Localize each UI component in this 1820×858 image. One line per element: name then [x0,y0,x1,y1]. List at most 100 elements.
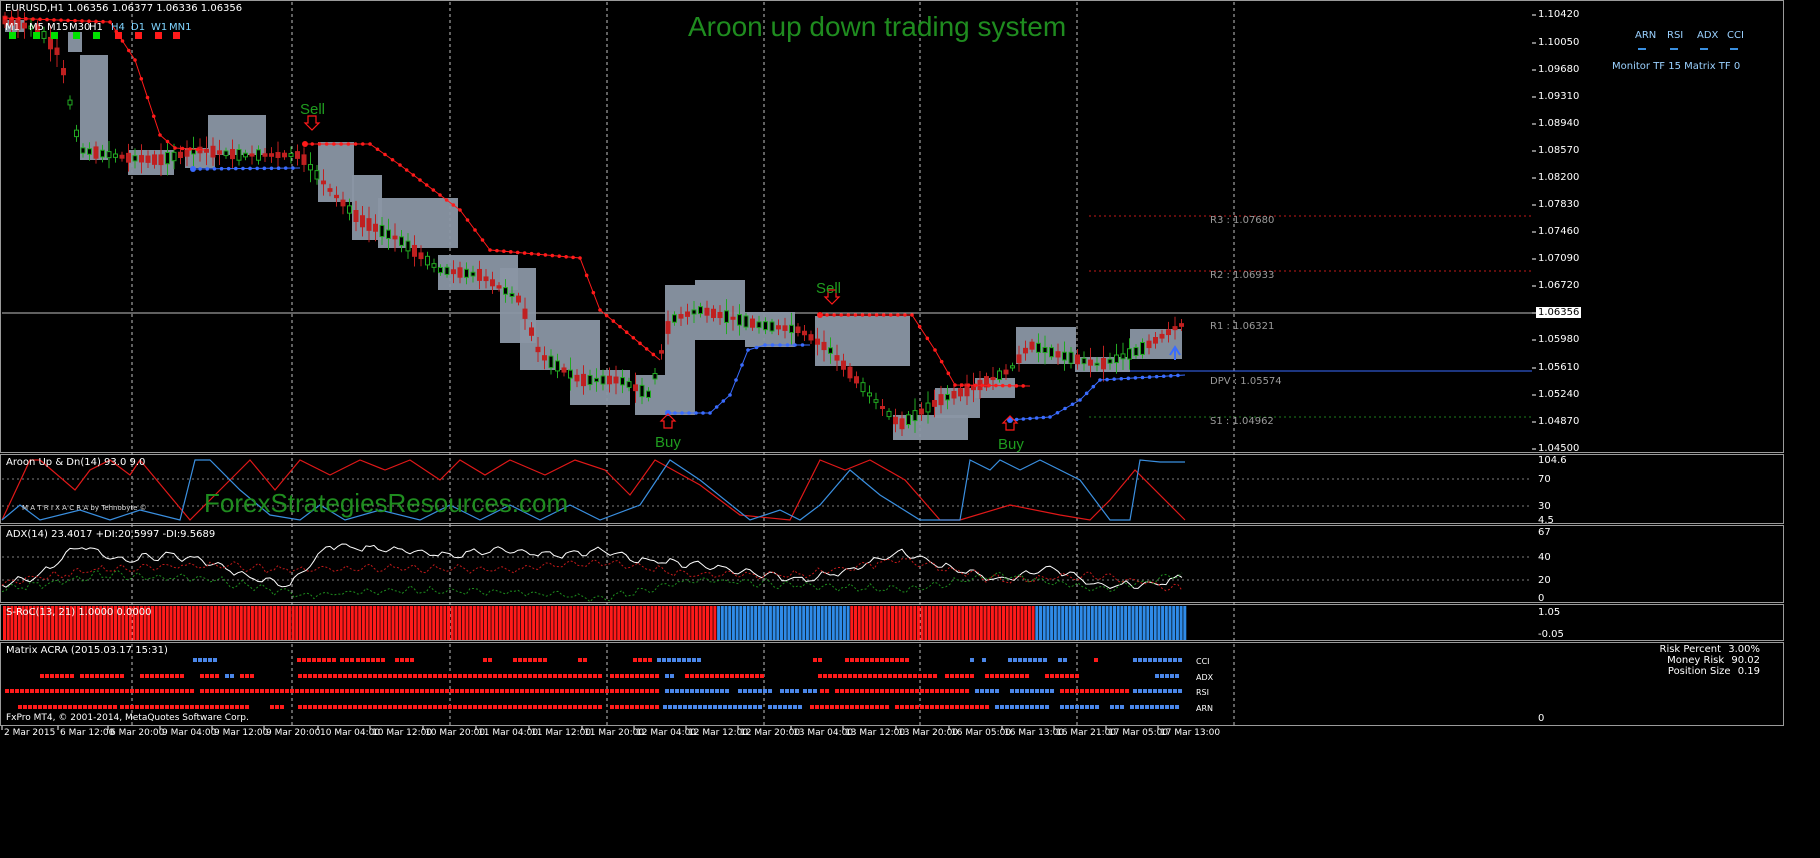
matrix-cell [555,689,559,693]
candle-body [1029,341,1035,350]
matrix-cell [1028,658,1032,662]
matrix-cell [910,689,914,693]
matrix-cell [650,674,654,678]
matrix-cell [485,689,489,693]
sroc-bar [524,606,528,640]
matrix-cell [668,705,672,709]
sell-stop-dot [631,335,636,340]
matrix-cell [508,705,512,709]
matrix-cell [165,689,169,693]
matrix-cell [495,689,499,693]
candle-body [158,154,164,166]
buy-stop-dot [694,411,698,415]
matrix-cell [1020,674,1024,678]
matrix-cell [593,705,597,709]
matrix-cell [1045,674,1049,678]
matrix-cell [840,689,844,693]
matrix-cell [513,658,517,662]
matrix-cell [865,689,869,693]
sroc-bar [887,606,891,640]
sroc-bar [1031,606,1035,640]
sroc-bar [1042,606,1046,640]
matrix-cell [323,674,327,678]
sell-stop-dot [917,324,922,329]
candle-body [847,366,853,379]
sroc-bar [939,606,943,640]
matrix-cell [738,705,742,709]
sroc-bar [262,606,265,640]
matrix-cell [895,689,899,693]
matrix-cell [543,658,547,662]
matrix-cell [840,705,844,709]
matrix-cell [135,689,139,693]
matrix-cell [893,674,897,678]
matrix-cell [373,705,377,709]
sroc-bar [265,606,269,640]
matrix-cell [335,689,339,693]
matrix-cell [970,674,974,678]
matrix-cell [850,705,854,709]
monitor-header: CCI [1727,30,1744,41]
sroc-bar [746,606,750,640]
matrix-cell [338,705,342,709]
sroc-bar [1183,606,1187,640]
matrix-cell [317,658,321,662]
footer-copyright: FxPro MT4, © 2001-2014, MetaQuotes Softw… [6,713,249,723]
sroc-bar [550,606,554,640]
sroc-bar [606,606,610,640]
matrix-cell [990,674,994,678]
buy-stop-dot [680,411,684,415]
matrix-cell [313,674,317,678]
sell-stop-dot [867,313,872,317]
candle-body [750,318,755,328]
matrix-cell [1110,705,1114,709]
matrix-cell [180,705,184,709]
matrix-cell [918,674,922,678]
matrix-cell [473,674,477,678]
buy-stop-dot [687,411,691,415]
sell-stop-dot [473,228,477,232]
matrix-cell [728,705,732,709]
matrix-cell [203,658,207,662]
candle-body [145,155,151,163]
matrix-cell [361,658,365,662]
matrix-cell [297,658,301,662]
candle-body [282,152,287,158]
adx-label: ADX(14) 23.4017 +DI:20.5997 -DI:9.5689 [6,529,216,540]
matrix-cell [630,689,634,693]
matrix-cell [332,658,336,662]
time-tick: 11 Mar 12:00 [531,728,592,738]
matrix-cell [383,674,387,678]
matrix-cell [1060,705,1064,709]
range-box [80,55,108,160]
matrix-cell [970,705,974,709]
mt4-chart-window[interactable]: EURUSD,H1 1.06356 1.06377 1.06336 1.0635… [0,0,1820,858]
matrix-cell [890,689,894,693]
candle-body [470,271,476,277]
matrix-cell [1065,705,1069,709]
range-box [815,316,910,366]
buy-stop-dot [740,363,744,367]
matrix-cell [553,674,557,678]
matrix-cell [538,705,542,709]
matrix-cell [935,689,939,693]
candle-body [483,276,489,282]
candle-body [165,151,170,165]
sell-stop-dot [598,308,602,312]
matrix-cell [950,705,954,709]
candle-body [769,321,775,332]
symbol-header: EURUSD,H1 1.06356 1.06377 1.06336 1.0635… [5,3,243,14]
buy-stop-dot [734,378,738,382]
sell-stop-dot [638,341,642,346]
matrix-cell [578,658,582,662]
sell-stop-dot [502,249,506,254]
time-tick: 9 Mar 20:00 [266,728,321,738]
sell-stop-dot [180,146,185,151]
sroc-bar [1124,606,1128,640]
candle-body [737,314,742,326]
candle-body [61,68,66,76]
matrix-cell [38,705,42,709]
matrix-cell [235,705,239,709]
matrix-cell [265,689,269,693]
sroc-bar [176,606,180,640]
